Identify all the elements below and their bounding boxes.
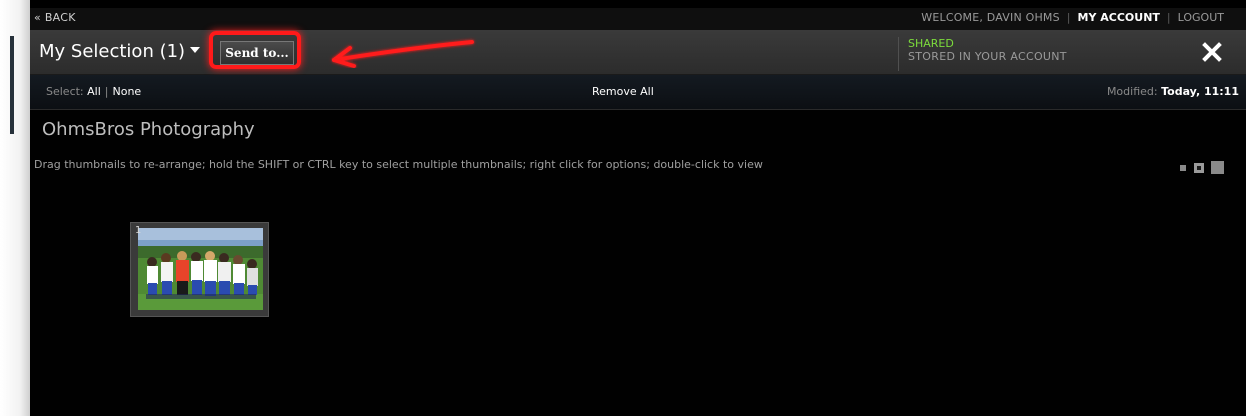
thumb-size-small-icon[interactable] (1180, 165, 1186, 171)
chevron-down-icon[interactable] (190, 47, 200, 53)
nav-separator: | (1166, 11, 1171, 24)
select-none-link[interactable]: None (113, 85, 142, 98)
modified-value: Today, 11:11 (1161, 85, 1239, 98)
close-icon[interactable] (1202, 42, 1222, 62)
shared-status-label: SHARED (908, 37, 954, 50)
selection-header: My Selection (1) Send to... SHARED STORE… (30, 30, 1246, 75)
select-controls: Select: All | None (46, 85, 141, 98)
thumbnail-area: OhmsBros Photography Drag thumbnails to … (30, 110, 1246, 416)
my-account-link[interactable]: MY ACCOUNT (1078, 11, 1160, 24)
share-status: SHARED STORED IN YOUR ACCOUNT (898, 37, 1108, 71)
thumb-size-medium-icon[interactable] (1194, 163, 1204, 173)
send-to-button[interactable]: Send to... (220, 41, 294, 65)
selection-panel: « BACK WELCOME, DAVIN OHMS | MY ACCOUNT | LO… (30, 0, 1246, 416)
modified-info: Modified: Today, 11:11 (1107, 85, 1239, 98)
modified-label: Modified: (1106, 85, 1158, 98)
page-edge (10, 36, 14, 134)
thumbnail-item[interactable]: 1 (130, 222, 269, 317)
select-all-link[interactable]: All (87, 85, 101, 98)
back-link[interactable]: « BACK (34, 11, 76, 24)
remove-all-button[interactable]: Remove All (592, 85, 654, 98)
top-nav-bar: « BACK WELCOME, DAVIN OHMS | MY ACCOUNT | LO… (30, 8, 1246, 30)
welcome-text: WELCOME, DAVIN OHMS (921, 11, 1060, 24)
thumbnail-number: 1 (135, 225, 142, 236)
gallery-title: OhmsBros Photography (42, 119, 255, 140)
select-divider: | (104, 85, 109, 98)
nav-separator: | (1066, 11, 1071, 24)
red-annotation-arrow-icon (332, 40, 474, 68)
selection-toolbar: Select: All | None Remove All Modified: To… (30, 75, 1246, 110)
logout-link[interactable]: LOGOUT (1178, 11, 1224, 24)
page-margin (0, 0, 30, 416)
team-photo-image (138, 228, 263, 310)
select-label: Select: (46, 85, 84, 98)
stored-status-label: STORED IN YOUR ACCOUNT (908, 50, 1067, 63)
selection-title-dropdown[interactable]: My Selection (1) (39, 41, 185, 62)
account-nav: WELCOME, DAVIN OHMS | MY ACCOUNT | LOGOUT (921, 11, 1224, 24)
instructions-text: Drag thumbnails to re-arrange; hold the … (34, 158, 763, 171)
thumb-size-large-icon[interactable] (1211, 161, 1224, 174)
